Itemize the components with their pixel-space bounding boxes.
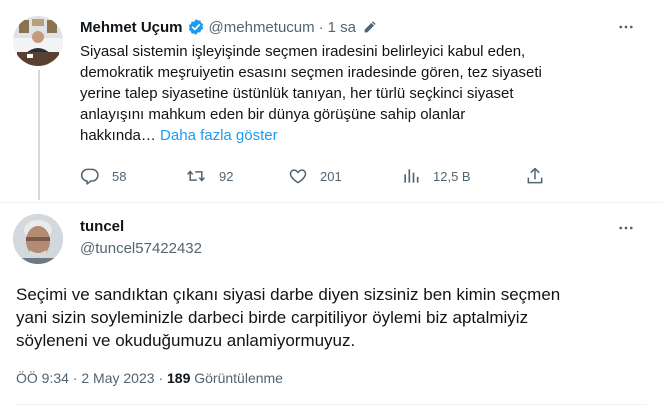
tweet-header: Mehmet Uçum @mehmetucum · 1 sa — [80, 17, 620, 37]
show-more-link[interactable]: Daha fazla göster — [160, 127, 278, 144]
author-handle[interactable]: @mehmetucum — [209, 19, 315, 36]
tweet-meta: ÖÖ 9:34 · 2 May 2023 · 189 Görüntülenme — [16, 370, 283, 386]
author-name[interactable]: tuncel — [80, 218, 124, 235]
reply-count: 58 — [112, 168, 127, 184]
avatar[interactable] — [13, 16, 63, 66]
reply-button[interactable]: 58 — [80, 162, 126, 190]
share-icon — [525, 166, 545, 186]
verified-badge-icon — [187, 18, 205, 36]
author-name[interactable]: Mehmet Uçum — [80, 19, 183, 36]
tweet-text-content: Siyasal sistemin işleyişinde seçmen irad… — [80, 43, 542, 144]
views-count: 189 — [167, 370, 191, 386]
views-button[interactable]: 12,5 B — [401, 162, 471, 190]
more-dots-icon[interactable] — [615, 16, 637, 38]
heart-icon — [288, 166, 308, 186]
divider — [0, 202, 663, 203]
retweet-count: 92 — [219, 168, 234, 184]
thread-connector-line — [38, 70, 40, 200]
tweet-time[interactable]: 1 sa — [328, 19, 356, 36]
tweet-time[interactable]: ÖÖ 9:34 — [16, 370, 69, 386]
reply-bubble-icon — [80, 166, 100, 186]
like-count: 201 — [320, 168, 342, 184]
share-button[interactable] — [525, 162, 545, 190]
meta-separator: · — [72, 370, 78, 386]
header-separator: · — [318, 18, 324, 36]
reply-text: Seçimi ve sandıktan çıkanı siyasi darbe … — [16, 285, 561, 350]
retweet-button[interactable]: 92 — [185, 162, 233, 190]
more-dots-icon[interactable] — [615, 217, 637, 239]
views-label: Görüntülenme — [194, 370, 283, 386]
tweet-text: Siyasal sistemin işleyişinde seçmen irad… — [80, 41, 600, 146]
views-chart-icon — [401, 166, 421, 186]
tweet-date[interactable]: 2 May 2023 — [81, 370, 154, 386]
retweet-icon — [185, 166, 207, 186]
edit-pencil-icon[interactable] — [362, 19, 378, 35]
divider — [16, 404, 647, 405]
views-count: 12,5 B — [433, 168, 471, 184]
avatar[interactable] — [13, 214, 63, 264]
like-button[interactable]: 201 — [288, 162, 342, 190]
meta-separator: · — [158, 370, 164, 386]
author-handle[interactable]: @tuncel57422432 — [80, 240, 202, 257]
tweet-actions: 58 92 201 12,5 B — [70, 162, 570, 190]
tweet-thread: Mehmet Uçum @mehmetucum · 1 sa Siyasal s… — [0, 0, 663, 419]
